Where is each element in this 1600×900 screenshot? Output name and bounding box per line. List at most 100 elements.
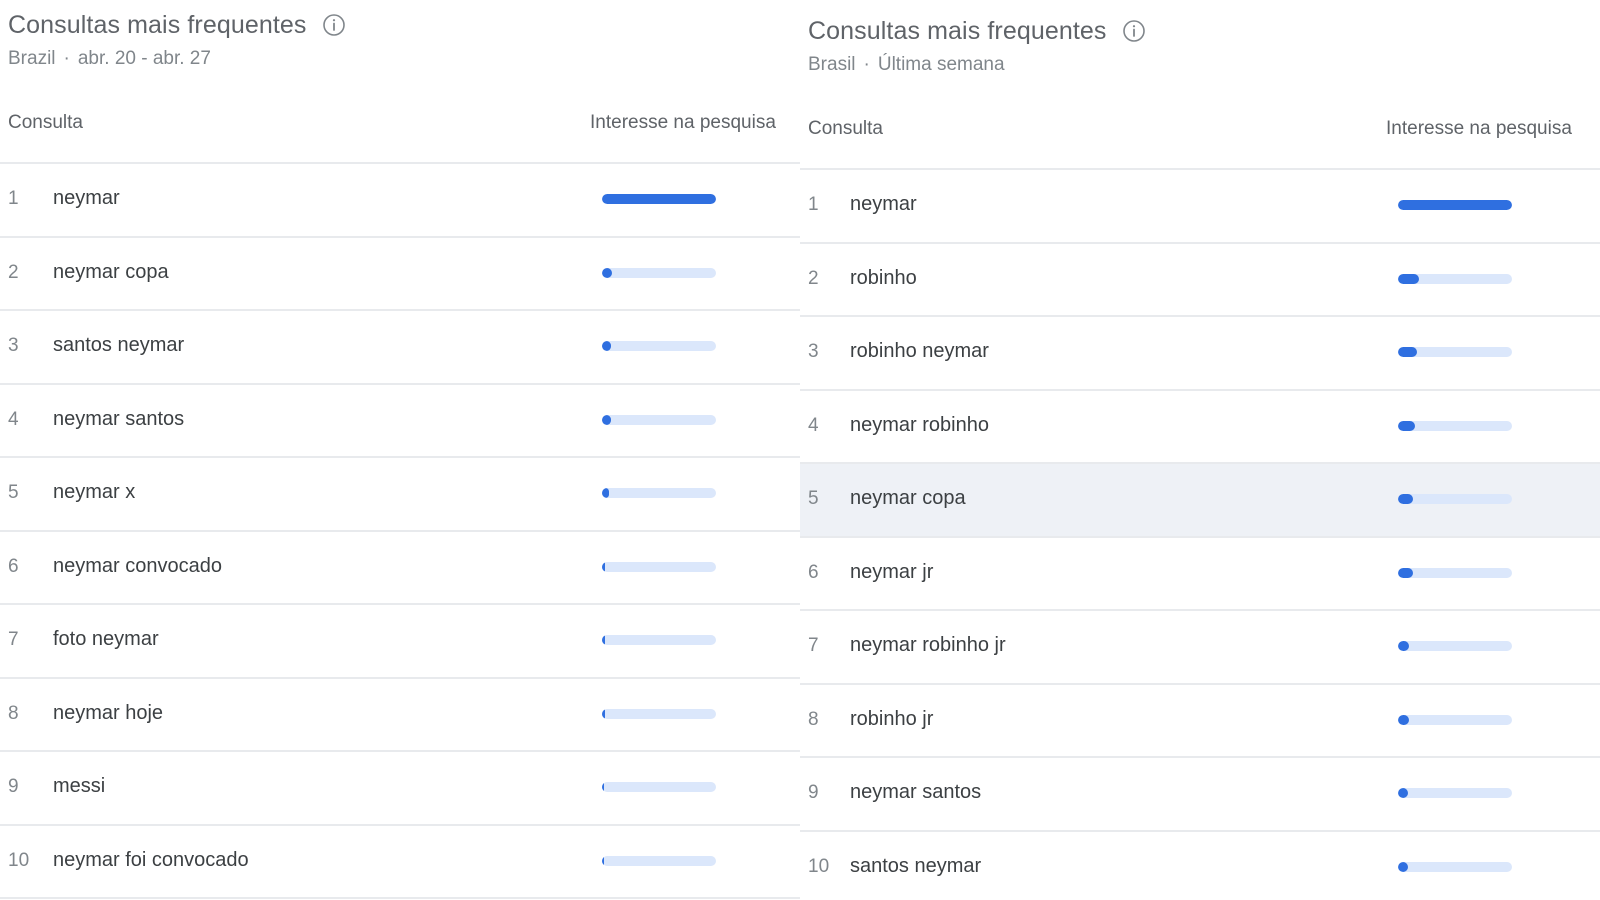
- trends-comparison-screen: Consultas mais frequentes Brazil · abr. 20…: [0, 0, 1600, 900]
- query-row[interactable]: 2 neymar copa: [0, 237, 800, 311]
- info-icon[interactable]: [322, 13, 346, 37]
- query-list: 1 neymar 2 neymar copa 3 santos neymar 4…: [0, 164, 800, 899]
- rank-number: 7: [8, 629, 19, 650]
- rank-number: 2: [808, 267, 819, 289]
- interest-bar: [602, 708, 716, 719]
- rank-number: 5: [808, 488, 819, 509]
- rank-number: 4: [8, 408, 19, 430]
- query-row[interactable]: 5 neymar x: [0, 458, 800, 532]
- query-row[interactable]: 8 neymar hoje: [0, 678, 800, 752]
- title-row: Consultas mais frequentes: [808, 14, 1568, 48]
- table-header: Consulta Interesse na pesquisa: [0, 100, 800, 164]
- interest-bar: [602, 341, 716, 351]
- interest-bar-fill: [1398, 273, 1419, 284]
- interest-bar: [1398, 494, 1512, 504]
- column-header-interest: Interesse na pesquisa: [1386, 118, 1572, 139]
- query-text: robinho: [850, 266, 917, 289]
- query-text: santos neymar: [53, 334, 185, 356]
- column-header-query: Consulta: [808, 118, 883, 139]
- interest-bar-fill: [602, 488, 609, 498]
- interest-bar: [1398, 273, 1512, 284]
- interest-bar: [602, 782, 716, 792]
- interest-bar: [1398, 788, 1512, 798]
- rank-number: 3: [8, 335, 19, 356]
- info-icon[interactable]: [1122, 19, 1146, 43]
- rank-number: 8: [808, 708, 819, 730]
- query-row[interactable]: 9 messi: [0, 752, 800, 826]
- column-header-query: Consulta: [8, 112, 83, 133]
- region-label: Brazil: [8, 48, 56, 69]
- query-row[interactable]: 6 neymar jr: [800, 537, 1600, 611]
- rank-number: 1: [8, 188, 19, 209]
- query-text: neymar jr: [850, 560, 934, 583]
- interest-bar: [602, 267, 716, 278]
- rank-number: 9: [808, 782, 819, 803]
- interest-bar-fill: [1398, 420, 1416, 431]
- panel-header: Consultas mais frequentes Brasil · Última …: [808, 14, 1568, 84]
- interest-bar: [602, 488, 716, 498]
- interest-bar-fill: [602, 708, 606, 719]
- query-text: neymar convocado: [53, 554, 222, 577]
- query-row[interactable]: 10 santos neymar: [800, 831, 1600, 900]
- query-row[interactable]: 8 robinho jr: [800, 684, 1600, 758]
- query-text: neymar x: [53, 481, 136, 503]
- interest-bar-fill: [602, 267, 613, 278]
- interest-bar: [602, 635, 716, 645]
- panel-subtitle: Brazil · abr. 20 - abr. 27: [8, 48, 768, 70]
- query-text: neymar copa: [53, 260, 169, 283]
- interest-bar: [1398, 200, 1512, 210]
- query-row[interactable]: 4 neymar robinho: [800, 390, 1600, 464]
- interest-bar-fill: [1398, 714, 1410, 725]
- query-row[interactable]: 7 foto neymar: [0, 605, 800, 679]
- rank-number: 4: [808, 414, 819, 436]
- query-row[interactable]: 7 neymar robinho jr: [800, 611, 1600, 685]
- query-row[interactable]: 3 robinho neymar: [800, 317, 1600, 391]
- interest-bar-fill: [602, 855, 605, 866]
- query-text: foto neymar: [53, 628, 159, 650]
- query-row[interactable]: 2 robinho: [800, 243, 1600, 317]
- interest-bar: [1398, 641, 1512, 651]
- query-row[interactable]: 4 neymar santos: [0, 384, 800, 458]
- panel-title: Consultas mais frequentes: [808, 16, 1107, 45]
- interest-bar-fill: [602, 341, 612, 351]
- query-text: neymar copa: [850, 487, 966, 509]
- region-label: Brasil: [808, 54, 856, 75]
- query-text: neymar hoje: [53, 701, 164, 724]
- interest-bar: [602, 414, 716, 425]
- rank-number: 1: [808, 194, 819, 215]
- rank-number: 9: [8, 776, 19, 797]
- query-row[interactable]: 5 neymar copa: [800, 464, 1600, 538]
- interest-bar-fill: [602, 414, 612, 425]
- query-row[interactable]: 9 neymar santos: [800, 758, 1600, 832]
- query-row[interactable]: 3 santos neymar: [0, 311, 800, 385]
- subtitle-separator: ·: [863, 54, 870, 75]
- query-text: neymar foi convocado: [53, 848, 249, 871]
- rank-number: 6: [808, 561, 819, 583]
- interest-bar: [1398, 420, 1512, 431]
- rank-number: 10: [808, 855, 830, 877]
- query-text: neymar: [53, 187, 120, 209]
- query-row[interactable]: 6 neymar convocado: [0, 531, 800, 605]
- query-row[interactable]: 1 neymar: [0, 164, 800, 238]
- query-text: messi: [53, 775, 106, 797]
- period-label: Última semana: [877, 54, 1005, 75]
- query-text: neymar santos: [850, 781, 982, 803]
- interest-bar-fill: [1398, 788, 1409, 798]
- query-row[interactable]: 10 neymar foi convocado: [0, 825, 800, 899]
- interest-bar-fill: [602, 561, 606, 572]
- rank-number: 5: [8, 482, 19, 503]
- query-text: robinho neymar: [850, 340, 989, 362]
- interest-bar-fill: [1398, 861, 1409, 872]
- rank-number: 6: [8, 555, 19, 577]
- interest-bar-fill: [1398, 347, 1418, 357]
- subtitle-separator: ·: [63, 48, 70, 69]
- rank-number: 3: [808, 341, 819, 362]
- interest-bar-fill: [602, 194, 716, 204]
- query-text: neymar santos: [53, 407, 185, 430]
- rank-number: 2: [8, 261, 19, 283]
- query-text: neymar robinho: [850, 413, 989, 436]
- query-row[interactable]: 1 neymar: [800, 170, 1600, 244]
- interest-bar: [1398, 347, 1512, 357]
- query-text: robinho jr: [850, 707, 934, 730]
- interest-bar-fill: [1398, 494, 1413, 504]
